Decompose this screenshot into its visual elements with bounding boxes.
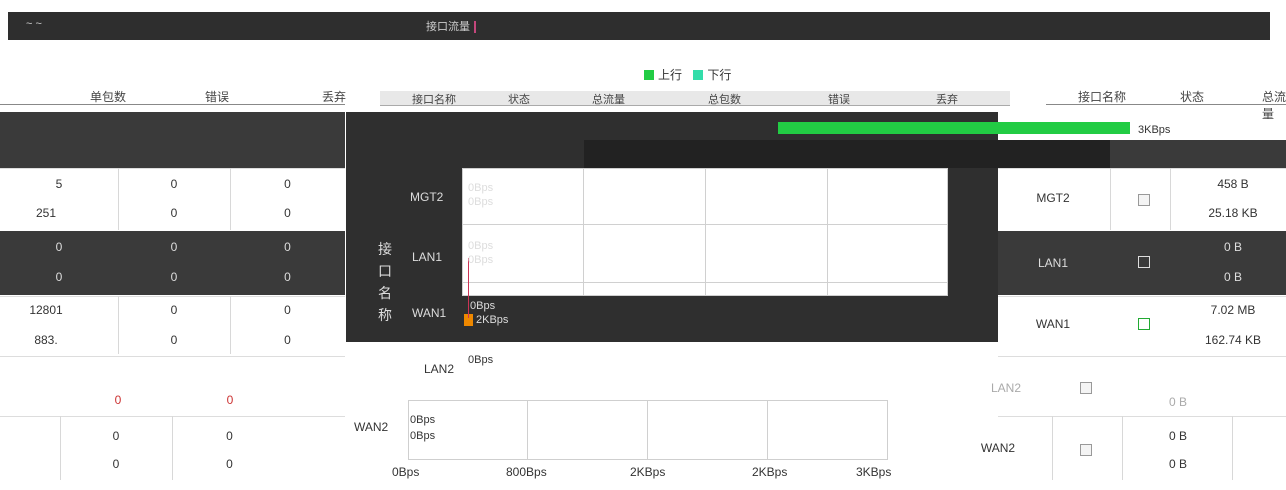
chart-header-col[interactable]: 状态	[508, 91, 530, 107]
legend-down-swatch	[693, 70, 704, 80]
cell: 0	[284, 240, 291, 254]
cell: 0	[226, 393, 234, 407]
iface-label: LAN2	[424, 362, 455, 376]
cell: 12801	[29, 303, 63, 317]
cell: 0	[170, 303, 178, 317]
cell: 7.02 MB	[1210, 303, 1256, 317]
right-header-band	[1110, 140, 1286, 168]
x-tick: 2KBps	[630, 465, 666, 479]
title-bar: ~ ~ 接口流量	[8, 12, 1270, 40]
status-checkbox[interactable]	[1138, 194, 1150, 206]
x-tick: 3KBps	[856, 465, 892, 479]
legend-up[interactable]: 上行	[644, 68, 682, 82]
iface-down: 0Bps	[468, 254, 494, 266]
legend-up-swatch	[644, 70, 654, 80]
x-tick: 2KBps	[752, 465, 788, 479]
iface-down: 2KBps	[476, 314, 509, 326]
iface-up: 0Bps	[470, 300, 496, 312]
left-header-band	[0, 112, 345, 168]
chart-axis-title: 接口名称	[378, 241, 392, 323]
cell: 0 B	[1168, 457, 1187, 471]
left-header-packets[interactable]: 单包数	[90, 88, 126, 105]
iface-name: LAN1	[1037, 256, 1069, 270]
left-header-errors[interactable]: 错误	[205, 88, 229, 105]
table-row[interactable]	[998, 416, 1286, 481]
cell: 0	[284, 333, 291, 347]
cell: 0 B	[1168, 395, 1187, 409]
cell: 0	[170, 333, 178, 347]
cell: 25.18 KB	[1208, 206, 1258, 220]
chart-header-col[interactable]: 接口名称	[412, 91, 456, 107]
status-checkbox[interactable]	[1138, 318, 1150, 330]
baseline-marker	[468, 258, 469, 318]
cell: 0	[284, 303, 291, 317]
cell: 0	[114, 393, 122, 407]
chart-header-col[interactable]: 总包数	[708, 91, 741, 107]
cell: 5	[55, 177, 63, 191]
iface-up: 0Bps	[468, 182, 494, 194]
table-row[interactable]	[998, 356, 1286, 417]
cell: 458 B	[1217, 177, 1249, 191]
cell: 883.	[34, 333, 58, 347]
bar-wan1-up[interactable]	[778, 122, 1130, 134]
cell: 0 B	[1168, 429, 1187, 443]
cell: 0	[55, 270, 63, 284]
right-header-name[interactable]: 接口名称	[1078, 88, 1126, 105]
top-value-label: 3KBps	[1138, 124, 1171, 136]
iface-name: WAN1	[1035, 317, 1071, 331]
cell: 0	[284, 206, 291, 220]
cell: 0	[170, 270, 178, 284]
iface-name: MGT2	[1036, 191, 1070, 205]
cell: 0	[170, 240, 178, 254]
plot-area-bottom	[408, 400, 888, 460]
cell: 0 B	[1223, 270, 1242, 284]
x-tick: 800Bps	[506, 465, 547, 479]
cell: 0	[284, 270, 291, 284]
cell: 0	[112, 457, 120, 471]
right-header-traffic[interactable]: 总流量	[1262, 88, 1286, 122]
cell: 0	[112, 429, 120, 443]
x-tick: 0Bps	[392, 465, 420, 479]
legend-down[interactable]: 下行	[693, 68, 731, 82]
chart-header-col[interactable]: 总流量	[592, 91, 625, 107]
iface-up: 0Bps	[468, 240, 494, 252]
cell: 0	[284, 177, 291, 191]
iface-label: MGT2	[410, 190, 444, 204]
iface-label: WAN2	[354, 420, 389, 434]
iface-down: 0Bps	[410, 430, 436, 442]
iface-down: 0Bps	[468, 196, 494, 208]
chart-top-strip	[584, 140, 1110, 168]
iface-name: LAN2	[990, 381, 1022, 395]
iface-label: LAN1	[412, 250, 443, 264]
right-header-status[interactable]: 状态	[1180, 88, 1204, 105]
chart-header: 接口名称 状态 总流量 总包数 错误 丢弃	[380, 91, 1010, 106]
title-center: 接口流量	[426, 18, 476, 34]
chart-header-col[interactable]: 丢弃	[936, 91, 958, 107]
table-row[interactable]	[0, 356, 345, 417]
left-header-drops[interactable]: 丢弃	[322, 88, 346, 105]
status-checkbox[interactable]	[1080, 382, 1092, 394]
cell: 0	[55, 240, 63, 254]
iface-up: 0Bps	[410, 414, 436, 426]
iface-label: WAN1	[412, 306, 447, 320]
cell: 0	[170, 177, 178, 191]
cell: 0 B	[1223, 240, 1242, 254]
title-left: ~ ~	[26, 18, 42, 30]
cell: 251	[35, 206, 57, 220]
iface-up: 0Bps	[468, 354, 494, 366]
status-checkbox[interactable]	[1138, 256, 1150, 268]
cell: 162.74 KB	[1204, 333, 1262, 347]
cell: 0	[226, 429, 233, 443]
chart-legend: 上行 下行	[644, 66, 739, 83]
iface-name: WAN2	[980, 441, 1016, 455]
cell: 0	[226, 457, 233, 471]
cell: 0	[170, 206, 178, 220]
chart-header-col[interactable]: 错误	[828, 91, 850, 107]
status-checkbox[interactable]	[1080, 444, 1092, 456]
